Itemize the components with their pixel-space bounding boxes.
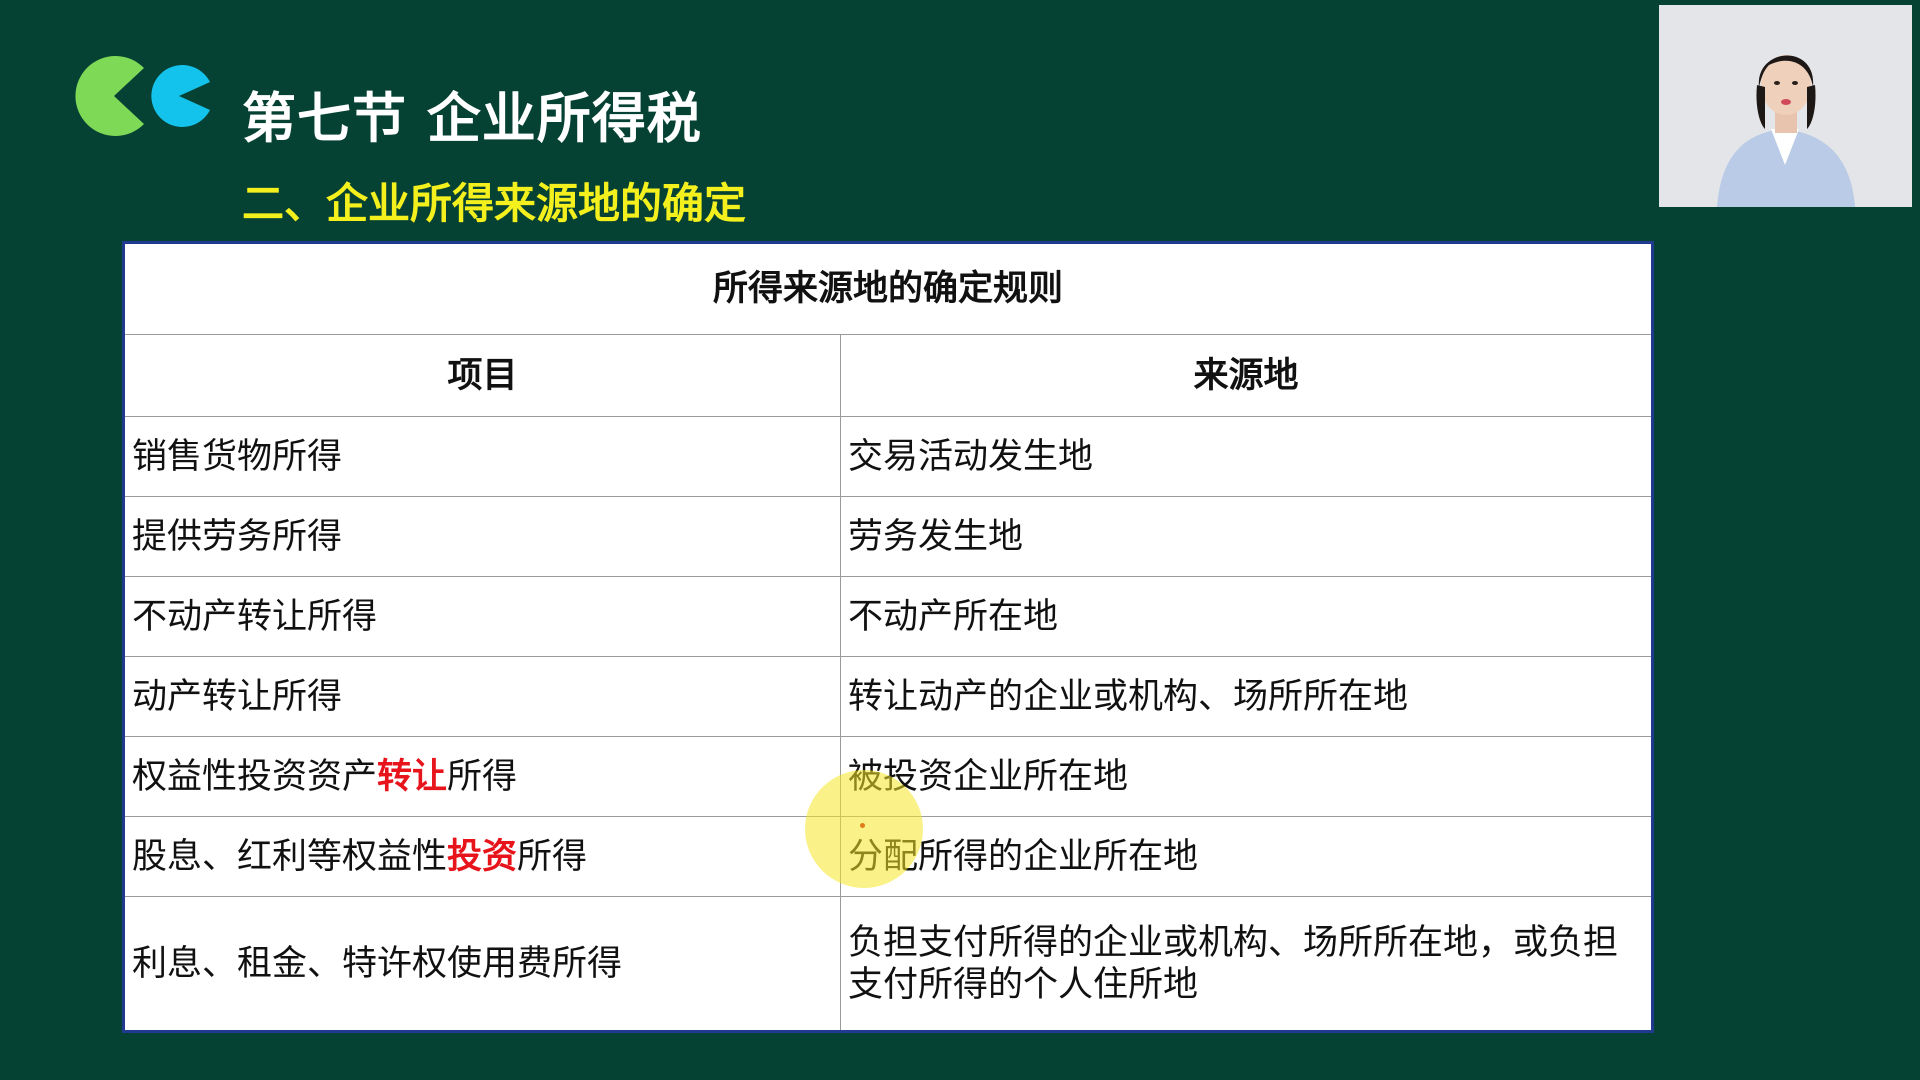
item-text-after: 所得 bbox=[447, 756, 518, 797]
column-header-item: 项目 bbox=[123, 334, 841, 417]
table-header-row: 项目 来源地 bbox=[123, 334, 1654, 417]
source-cell: 不动产所在地 bbox=[839, 576, 1654, 657]
source-rules-table: 所得来源地的确定规则 项目 来源地 销售货物所得 交易活动发生地 提供劳务所得 … bbox=[122, 241, 1655, 1033]
item-text-after: 所得 bbox=[517, 836, 588, 877]
item-text-before: 股息、红利等权益性 bbox=[132, 836, 448, 877]
item-text-before: 权益性投资资产 bbox=[132, 756, 378, 797]
laser-pointer-highlight bbox=[805, 770, 923, 888]
item-cell: 不动产转让所得 bbox=[123, 576, 841, 657]
quote-marks-logo bbox=[75, 56, 210, 136]
table-row: 提供劳务所得 劳务发生地 bbox=[123, 496, 1654, 577]
table-row: 不动产转让所得 不动产所在地 bbox=[123, 576, 1654, 657]
table-row: 利息、租金、特许权使用费所得 负担支付所得的企业或机构、场所所在地，或负担支付所… bbox=[123, 896, 1654, 1032]
item-text-highlight: 转让 bbox=[377, 756, 448, 797]
item-text-highlight: 投资 bbox=[447, 836, 518, 877]
source-cell: 交易活动发生地 bbox=[839, 416, 1654, 497]
item-cell: 销售货物所得 bbox=[123, 416, 841, 497]
subsection-title: 二、企业所得来源地的确定 bbox=[242, 179, 747, 228]
section-title: 第七节 企业所得税 bbox=[242, 87, 702, 150]
item-cell: 动产转让所得 bbox=[123, 656, 841, 737]
presenter-webcam bbox=[1659, 5, 1912, 207]
item-cell: 股息、红利等权益性投资所得 bbox=[123, 816, 841, 897]
item-cell: 权益性投资资产转让所得 bbox=[123, 736, 841, 817]
column-header-source: 来源地 bbox=[839, 334, 1654, 417]
table-row: 销售货物所得 交易活动发生地 bbox=[123, 416, 1654, 497]
pointer-dot bbox=[860, 823, 865, 828]
item-cell: 提供劳务所得 bbox=[123, 496, 841, 577]
source-cell: 负担支付所得的企业或机构、场所所在地，或负担支付所得的个人住所地 bbox=[839, 896, 1654, 1032]
item-cell: 利息、租金、特许权使用费所得 bbox=[123, 896, 841, 1032]
source-cell: 分配所得的企业所在地 bbox=[839, 816, 1654, 897]
table-row: 动产转让所得 转让动产的企业或机构、场所所在地 bbox=[123, 656, 1654, 737]
source-cell: 转让动产的企业或机构、场所所在地 bbox=[839, 656, 1654, 737]
table-caption: 所得来源地的确定规则 bbox=[122, 242, 1654, 335]
source-cell: 劳务发生地 bbox=[839, 496, 1654, 577]
presenter-figure bbox=[1659, 5, 1912, 207]
source-cell: 被投资企业所在地 bbox=[839, 736, 1654, 817]
